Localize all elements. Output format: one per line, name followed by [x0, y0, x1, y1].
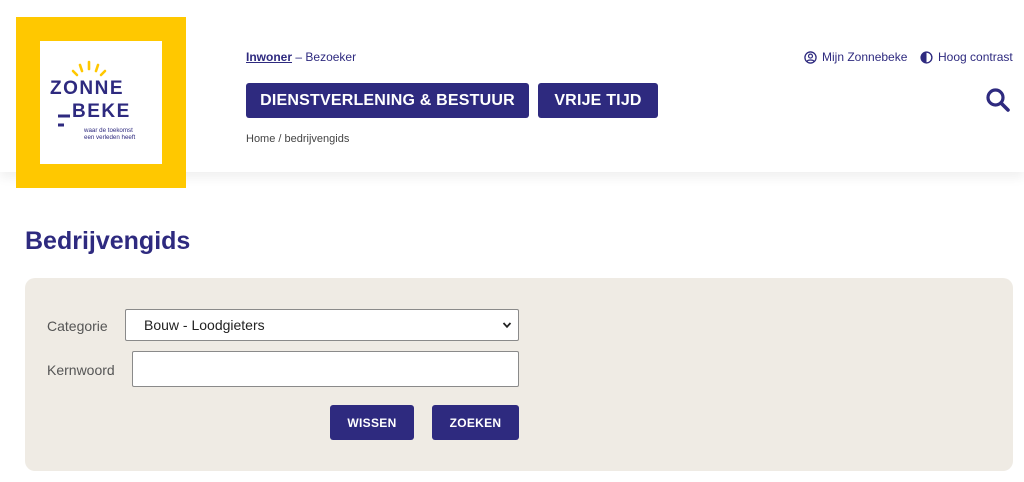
user-circle-icon [804, 50, 817, 64]
audience-inwoner-link[interactable]: Inwoner [246, 50, 292, 64]
page-title: Bedrijvengids [25, 227, 191, 255]
contrast-icon [920, 50, 933, 64]
site-header: ZONNE BEKE waar de toekomst een verleden… [0, 0, 1024, 188]
audience-bezoeker-link[interactable]: Bezoeker [305, 50, 356, 64]
mijn-zonnebeke-link[interactable]: Mijn Zonnebeke [804, 50, 907, 64]
logo-word-beke: BEKE [72, 101, 131, 122]
nav-vrije-tijd[interactable]: VRIJE TIJD [538, 83, 658, 118]
logo-word-zonne: ZONNE [50, 78, 124, 99]
nav-dienstverlening-bestuur[interactable]: DIENSTVERLENING & BESTUUR [246, 83, 529, 118]
filter-panel: Categorie Bouw - Loodgieters Kernwoord W… [25, 278, 1013, 471]
audience-switch: Inwoner – Bezoeker [246, 50, 356, 64]
mijn-zonnebeke-label: Mijn Zonnebeke [822, 50, 908, 64]
category-select[interactable]: Bouw - Loodgieters [125, 309, 519, 341]
clear-button[interactable]: WISSEN [330, 405, 414, 440]
chevron-down-icon [502, 322, 512, 329]
category-select-value: Bouw - Loodgieters [144, 317, 265, 333]
search-icon[interactable] [984, 86, 1012, 114]
site-logo[interactable]: ZONNE BEKE waar de toekomst een verleden… [16, 17, 186, 188]
logo-card: ZONNE BEKE waar de toekomst een verleden… [40, 41, 162, 164]
category-label: Categorie [47, 318, 108, 334]
logo-tagline-1: waar de toekomst [84, 127, 133, 134]
search-button[interactable]: ZOEKEN [432, 405, 519, 440]
high-contrast-label: Hoog contrast [938, 50, 1013, 64]
high-contrast-toggle[interactable]: Hoog contrast [920, 50, 1013, 64]
logo-tagline-2: een verleden heeft [84, 134, 136, 141]
keyword-input[interactable] [132, 351, 519, 387]
breadcrumb[interactable]: Home / bedrijvengids [246, 133, 349, 145]
audience-separator: – [295, 50, 303, 64]
keyword-label: Kernwoord [47, 362, 115, 378]
